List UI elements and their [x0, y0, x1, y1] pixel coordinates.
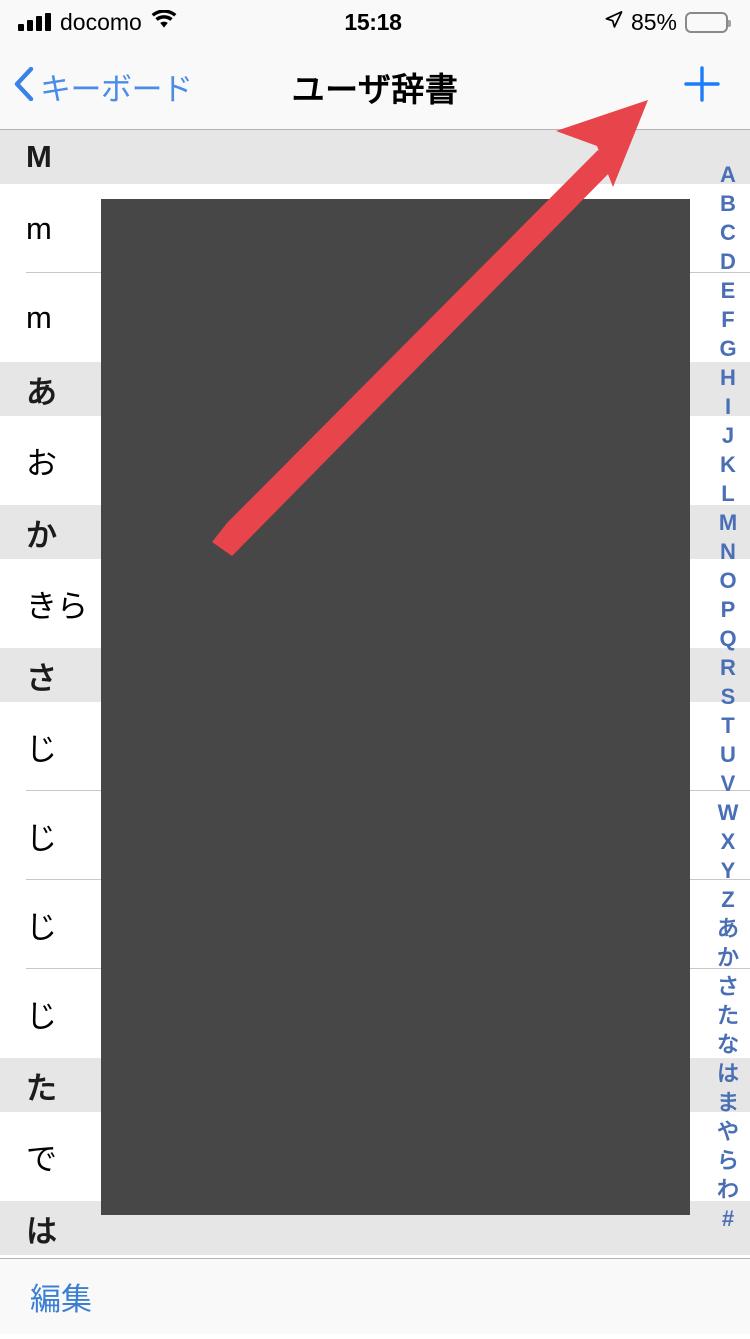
clock-label: 15:18 — [344, 8, 402, 35]
section-header: M — [0, 130, 750, 184]
status-bar-left: docomo — [18, 9, 268, 36]
index-entry[interactable]: D — [706, 247, 750, 276]
index-entry[interactable]: V — [706, 769, 750, 798]
index-entry[interactable]: Z — [706, 885, 750, 914]
index-entry[interactable]: E — [706, 276, 750, 305]
index-entry[interactable]: N — [706, 537, 750, 566]
index-entry[interactable]: G — [706, 334, 750, 363]
index-entry[interactable]: ま — [706, 1088, 750, 1117]
index-entry[interactable]: I — [706, 392, 750, 421]
status-bar-right: 85% — [478, 8, 731, 36]
section-index-bar[interactable]: A B C D E F G H I J K L M N O P Q R S T … — [706, 160, 750, 1233]
index-entry[interactable]: は — [706, 1059, 750, 1088]
index-entry[interactable]: U — [706, 740, 750, 769]
index-entry[interactable]: A — [706, 160, 750, 189]
index-entry[interactable]: た — [706, 1001, 750, 1030]
index-entry[interactable]: T — [706, 711, 750, 740]
index-entry[interactable]: Q — [706, 624, 750, 653]
index-entry[interactable]: L — [706, 479, 750, 508]
privacy-redaction-overlay — [101, 199, 690, 1215]
index-entry[interactable]: C — [706, 218, 750, 247]
index-entry[interactable]: Y — [706, 856, 750, 885]
cellular-bars-icon — [18, 13, 51, 31]
plus-icon — [680, 59, 724, 115]
carrier-label: docomo — [60, 8, 142, 35]
index-entry[interactable]: J — [706, 421, 750, 450]
edit-button[interactable]: 編集 — [30, 1274, 92, 1319]
wifi-icon — [151, 9, 177, 34]
index-entry[interactable]: # — [706, 1204, 750, 1233]
add-entry-button[interactable] — [680, 44, 724, 129]
index-entry[interactable]: K — [706, 450, 750, 479]
index-entry[interactable]: な — [706, 1030, 750, 1059]
index-entry[interactable]: M — [706, 508, 750, 537]
index-entry[interactable]: H — [706, 363, 750, 392]
index-entry[interactable]: O — [706, 566, 750, 595]
navigation-bar: キーボード ユーザ辞書 — [0, 44, 750, 130]
index-entry[interactable]: X — [706, 827, 750, 856]
location-arrow-icon — [604, 10, 623, 34]
index-entry[interactable]: P — [706, 595, 750, 624]
battery-icon — [685, 11, 731, 33]
index-entry[interactable]: F — [706, 305, 750, 334]
index-entry[interactable]: B — [706, 189, 750, 218]
bottom-toolbar: 編集 — [0, 1258, 750, 1334]
index-entry[interactable]: S — [706, 682, 750, 711]
index-entry[interactable]: ら — [706, 1146, 750, 1175]
index-entry[interactable]: W — [706, 798, 750, 827]
index-entry[interactable]: あ — [706, 914, 750, 943]
page-title: ユーザ辞書 — [291, 70, 459, 108]
battery-percent-label: 85% — [630, 8, 677, 35]
index-entry[interactable]: R — [706, 653, 750, 682]
index-entry[interactable]: さ — [706, 972, 750, 1001]
status-bar: docomo 15:18 85% — [0, 0, 750, 44]
index-entry[interactable]: わ — [706, 1175, 750, 1204]
index-entry[interactable]: か — [706, 943, 750, 972]
index-entry[interactable]: や — [706, 1117, 750, 1146]
